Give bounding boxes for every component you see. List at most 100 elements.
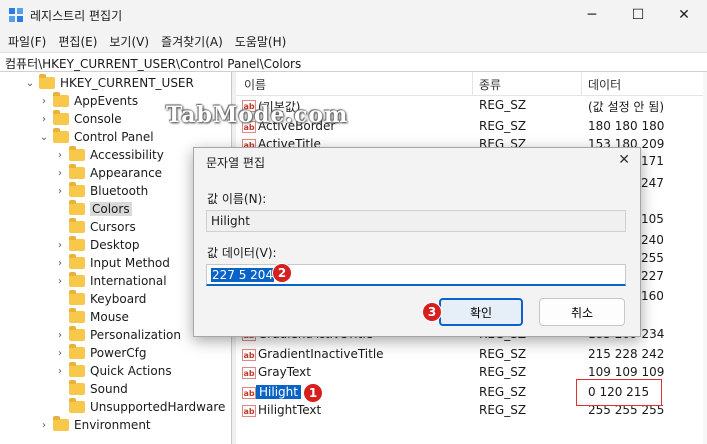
menu-help[interactable]: 도움말(H): [231, 30, 291, 52]
chevron-right-icon[interactable]: ›: [38, 114, 50, 125]
tree-item-console[interactable]: › Console: [38, 110, 122, 128]
tree-item-label: PowerCfg: [90, 346, 147, 360]
folder-icon: [69, 344, 85, 359]
string-value-icon: ab: [242, 387, 256, 399]
tree-item-label: Appearance: [90, 166, 163, 180]
chevron-right-icon[interactable]: ›: [54, 330, 66, 341]
tree-item-bluetooth[interactable]: › Bluetooth: [54, 182, 148, 200]
folder-icon: [53, 416, 69, 431]
value-type: REG_SZ: [479, 98, 527, 112]
tree-item-unsupportedhardware[interactable]: UnsupportedHardware: [54, 398, 225, 416]
tree-item-input-method[interactable]: › Input Method: [54, 254, 170, 272]
folder-icon: [69, 182, 85, 197]
maximize-button[interactable]: ☐: [615, 0, 661, 30]
tree-item-appevents[interactable]: › AppEvents: [38, 92, 138, 110]
tree-item-desktop[interactable]: › Desktop: [54, 236, 140, 254]
folder-icon: [69, 272, 85, 287]
value-data: 109 109 109: [588, 365, 665, 379]
ok-button[interactable]: 확인: [439, 298, 523, 326]
tree-item-sound[interactable]: Sound: [54, 380, 128, 398]
tree-item-label: Colors: [90, 202, 132, 216]
folder-icon: [69, 290, 85, 305]
menu-file[interactable]: 파일(F): [4, 30, 50, 52]
value-data: 180 180 180: [588, 119, 665, 133]
value-data-partial: 171: [641, 154, 664, 168]
column-header-name[interactable]: 이름: [244, 76, 266, 93]
value-name: HilightText: [258, 403, 322, 417]
tree-item-label: Control Panel: [74, 130, 154, 144]
edit-string-dialog: 문자열 편집 ✕ 값 이름(N): Hilight 값 데이터(V): 227 …: [193, 147, 641, 337]
tree-item-international[interactable]: › International: [54, 272, 167, 290]
chevron-right-icon[interactable]: ›: [54, 348, 66, 359]
chevron-right-icon[interactable]: ›: [54, 150, 66, 161]
chevron-down-icon[interactable]: ⌄: [24, 78, 36, 89]
tree-item-colors[interactable]: Colors: [54, 200, 132, 218]
tree-item-label: Desktop: [90, 238, 140, 252]
column-header-type[interactable]: 종류: [479, 76, 501, 93]
menu-favorites[interactable]: 즐겨찾기(A): [157, 30, 227, 52]
tree-item-label: Cursors: [90, 220, 136, 234]
chevron-right-icon[interactable]: ›: [38, 420, 50, 431]
tree-item-keyboard[interactable]: Keyboard: [54, 290, 146, 308]
value-type: REG_SZ: [479, 119, 527, 133]
tree-item-quick-actions[interactable]: › Quick Actions: [54, 362, 172, 380]
folder-icon: [53, 110, 69, 125]
tree-item-environment[interactable]: › Environment: [38, 416, 151, 434]
value-name-label: 값 이름(N):: [207, 192, 267, 206]
cancel-button[interactable]: 취소: [539, 298, 625, 326]
chevron-right-icon[interactable]: ›: [54, 186, 66, 197]
menu-bar: 파일(F) 편집(E) 보기(V) 즐겨찾기(A) 도움말(H): [0, 30, 707, 52]
menu-view[interactable]: 보기(V): [105, 30, 153, 52]
close-button[interactable]: ✕: [661, 0, 707, 30]
chevron-right-icon[interactable]: ›: [38, 96, 50, 107]
value-name-text: Hilight: [211, 214, 250, 228]
dialog-close-icon[interactable]: ✕: [618, 152, 630, 168]
scrollbar[interactable]: [703, 72, 707, 444]
tree-item-label: Personalization: [90, 328, 181, 342]
minimize-button[interactable]: ─: [569, 0, 615, 30]
tree-item-label: Keyboard: [90, 292, 147, 306]
value-data-partial: 227: [641, 269, 664, 283]
chevron-down-icon[interactable]: ⌄: [38, 132, 50, 143]
tree-item-hkey-current-user[interactable]: ⌄ HKEY_CURRENT_USER: [24, 74, 194, 92]
list-header: 이름 종류 데이터: [236, 72, 707, 96]
tree-item-label: Input Method: [90, 256, 170, 270]
value-row[interactable]: ab GradientInactiveTitle REG_SZ 215 228 …: [236, 346, 707, 364]
folder-icon: [69, 236, 85, 251]
column-divider[interactable]: [472, 72, 473, 96]
chevron-right-icon[interactable]: ›: [54, 240, 66, 251]
tree-item-personalization[interactable]: › Personalization: [54, 326, 181, 344]
string-value-icon: ab: [242, 349, 256, 361]
tree-item-label: Environment: [74, 418, 151, 432]
tree-item-control-panel[interactable]: ⌄ Control Panel: [38, 128, 154, 146]
chevron-right-icon[interactable]: ›: [54, 168, 66, 179]
tree-item-powercfg[interactable]: › PowerCfg: [54, 344, 147, 362]
value-type: REG_SZ: [479, 365, 527, 379]
value-data-partial: 160: [641, 289, 664, 303]
value-type: REG_SZ: [479, 403, 527, 417]
tree-item-cursors[interactable]: Cursors: [54, 218, 136, 236]
value-data: 215 228 242: [588, 347, 665, 361]
tree-item-label: AppEvents: [74, 94, 139, 108]
chevron-right-icon[interactable]: ›: [54, 366, 66, 377]
chevron-right-icon[interactable]: ›: [54, 258, 66, 269]
value-data-input[interactable]: 227 5 204: [206, 264, 626, 286]
column-divider[interactable]: [581, 72, 582, 96]
menu-edit[interactable]: 편집(E): [54, 30, 101, 52]
address-bar[interactable]: 컴퓨터\HKEY_CURRENT_USER\Control Panel\Colo…: [0, 52, 707, 72]
tree-item-accessibility[interactable]: › Accessibility: [54, 146, 164, 164]
folder-icon: [53, 128, 69, 143]
tree-item-mouse[interactable]: Mouse: [54, 308, 129, 326]
folder-icon: [39, 74, 55, 89]
tree-item-appearance[interactable]: › Appearance: [54, 164, 162, 182]
value-data-label: 값 데이터(V):: [207, 246, 277, 260]
step-badge-2: 2: [272, 263, 292, 283]
folder-icon: [69, 380, 85, 395]
value-data: (값 설정 안 됨): [588, 100, 665, 114]
chevron-right-icon[interactable]: ›: [54, 276, 66, 287]
tree-item-label: International: [90, 274, 167, 288]
column-header-data[interactable]: 데이터: [588, 76, 621, 93]
folder-icon: [69, 398, 85, 413]
value-data-partial: 247: [641, 176, 664, 190]
value-name: Hilight: [256, 385, 301, 399]
